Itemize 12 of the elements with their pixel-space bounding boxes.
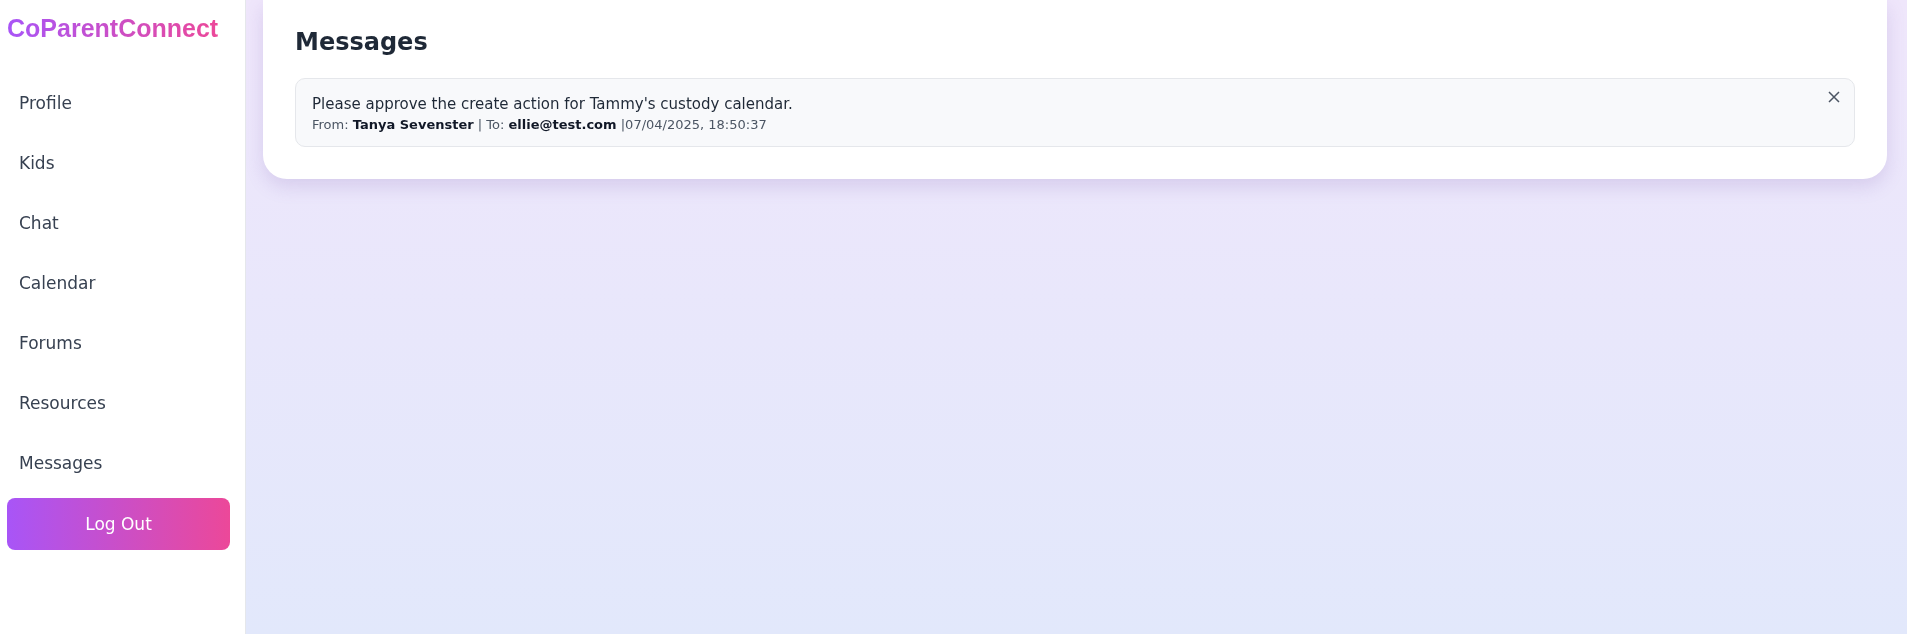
sidebar-item[interactable]: Calendar [7, 253, 108, 313]
sidebar-item[interactable]: Messages [7, 433, 115, 493]
close-icon [1826, 89, 1842, 105]
message-meta: From: Tanya Sevenster | To: ellie@test.com |07/04/2025, 18:50:37 [312, 117, 768, 132]
page-title: Messages [295, 28, 429, 56]
sidebar-item[interactable]: Forums [7, 313, 94, 373]
sidebar-item[interactable]: Chat [7, 193, 71, 253]
message-text: Please approve the create action for Tammy's custody calendar. [312, 95, 794, 113]
logout-button[interactable]: Log Out [7, 498, 230, 550]
sidebar-item[interactable]: Resources [7, 373, 118, 433]
sidebar-item[interactable]: Kids [7, 133, 67, 193]
sidebar-item[interactable]: Profile [7, 73, 84, 133]
